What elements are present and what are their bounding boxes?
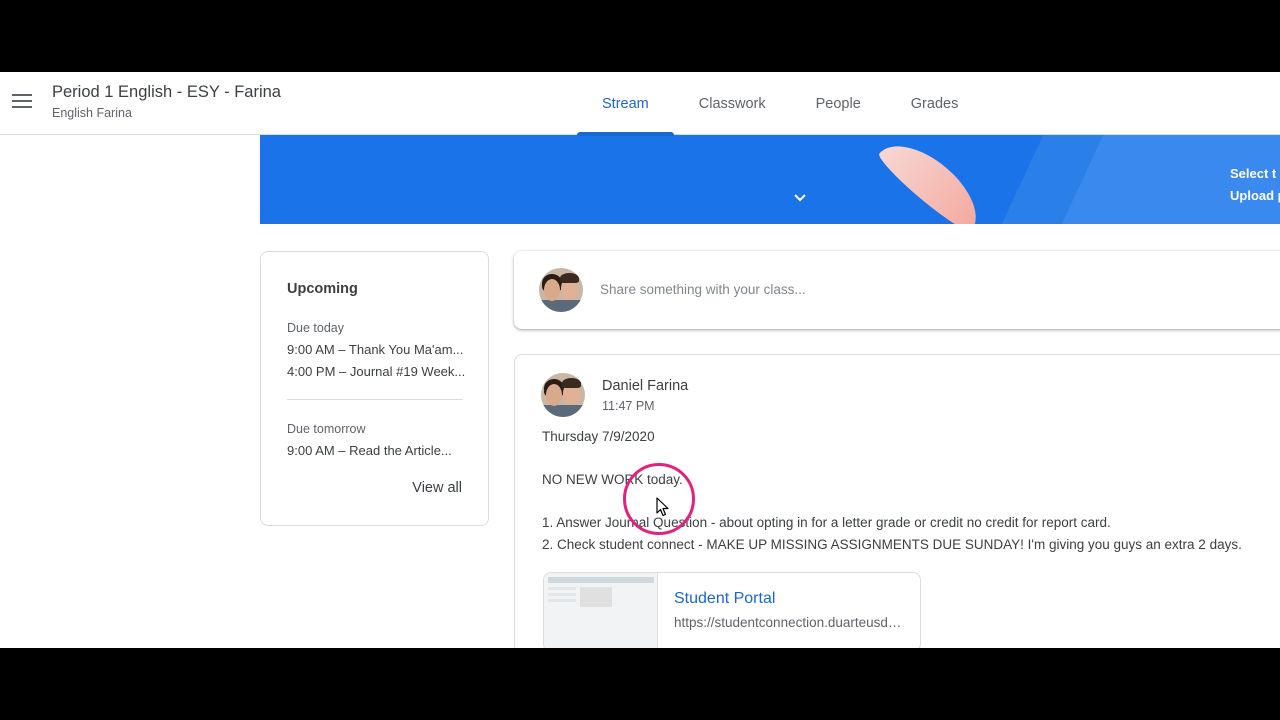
class-tabs: Stream Classwork People Grades — [577, 72, 984, 136]
mouse-cursor-icon — [656, 497, 669, 517]
chevron-down-icon[interactable] — [792, 190, 808, 206]
view-all-link[interactable]: View all — [412, 480, 462, 496]
upcoming-divider — [287, 399, 463, 400]
tab-stream[interactable]: Stream — [577, 72, 674, 136]
share-box[interactable]: Share something with your class... — [514, 251, 1280, 329]
tab-grades[interactable]: Grades — [886, 72, 984, 135]
attachment-title[interactable]: Student Portal — [674, 590, 775, 608]
post-author: Daniel Farina — [602, 378, 689, 394]
tab-classwork[interactable]: Classwork — [674, 72, 791, 135]
due-today-label: Due today — [287, 321, 344, 335]
feather-illustration — [874, 135, 992, 224]
upcoming-item[interactable]: 9:00 AM – Read the Article... — [287, 443, 467, 458]
app-bar: Period 1 English - ESY - Farina English … — [0, 72, 1280, 136]
main-menu-icon[interactable] — [10, 89, 34, 113]
tab-people[interactable]: People — [791, 72, 886, 135]
attachment-url: https://studentconnection.duarteusd.org — [674, 615, 904, 630]
letterbox-bottom — [0, 648, 1280, 720]
post-time: 11:47 PM — [602, 399, 655, 413]
avatar — [539, 268, 583, 312]
author-avatar — [541, 373, 585, 417]
upcoming-title: Upcoming — [287, 281, 358, 297]
banner-upload-photo[interactable]: Upload p — [1230, 188, 1280, 203]
class-subtitle: English Farina — [52, 106, 132, 120]
classroom-window: Period 1 English - ESY - Farina English … — [0, 72, 1280, 648]
class-banner: Select t Upload p — [260, 135, 1280, 224]
attachment-thumbnail — [544, 573, 658, 648]
post-text-line: 2. Check student connect - MAKE UP MISSI… — [542, 537, 1242, 552]
share-input[interactable]: Share something with your class... — [600, 282, 806, 297]
post-text-line: Thursday 7/9/2020 — [542, 429, 655, 444]
upcoming-card: Upcoming Due today 9:00 AM – Thank You M… — [260, 251, 489, 526]
due-tomorrow-label: Due tomorrow — [287, 422, 366, 436]
banner-select-theme[interactable]: Select t — [1230, 166, 1276, 181]
upcoming-item[interactable]: 9:00 AM – Thank You Ma'am... — [287, 342, 467, 357]
attachment-link-card[interactable]: Student Portal https://studentconnection… — [543, 572, 921, 648]
letterbox-top — [0, 0, 1280, 72]
upcoming-item[interactable]: 4:00 PM – Journal #19 Week... — [287, 364, 467, 379]
class-title[interactable]: Period 1 English - ESY - Farina — [52, 83, 281, 102]
